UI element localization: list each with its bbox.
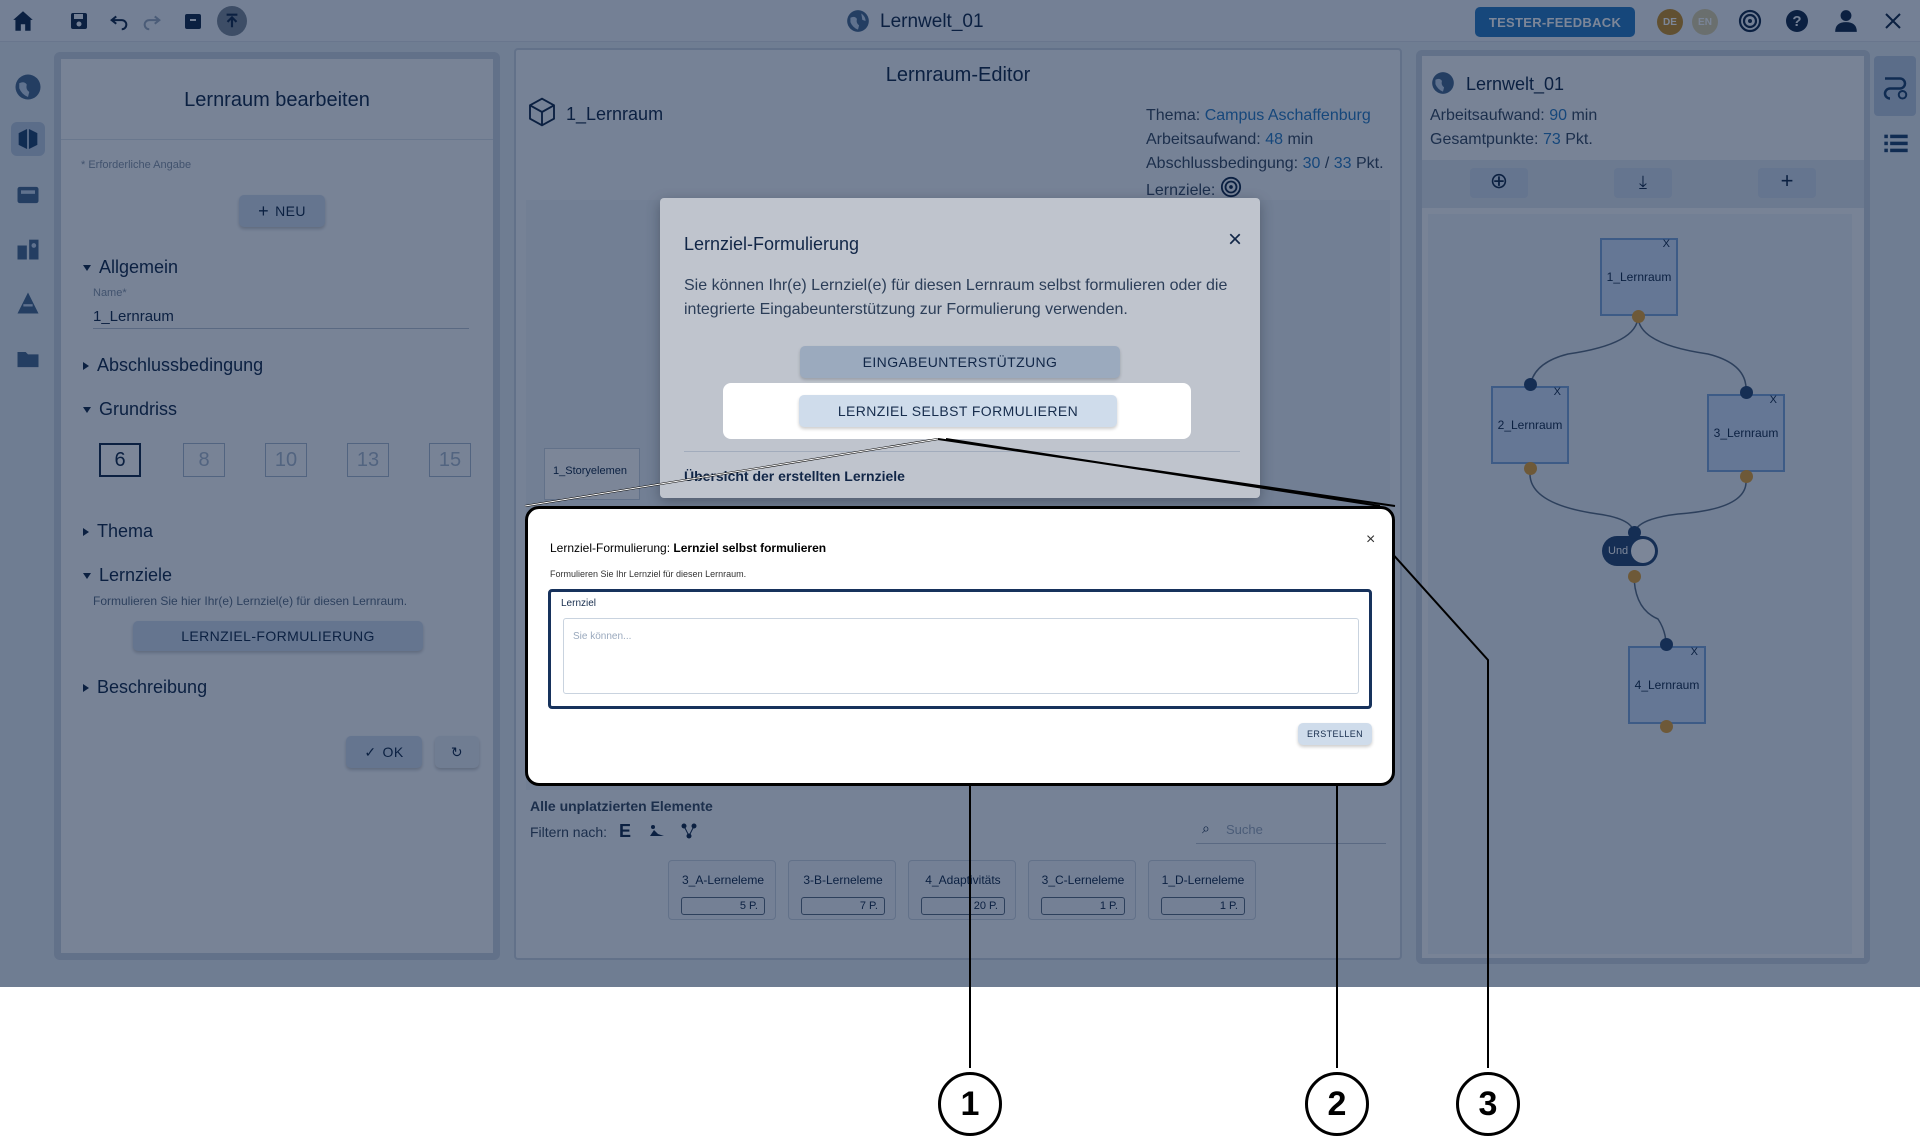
zoom-subtitle: Formulieren Sie Ihr Lernziel für diesen … xyxy=(550,569,747,579)
create-button[interactable]: ERSTELLEN xyxy=(1298,723,1372,745)
callout-1: 1 xyxy=(938,1072,1002,1136)
zoomed-detail-dialog: Lernziel-Formulierung: Lernziel selbst f… xyxy=(525,506,1395,786)
learning-goal-field: Lernziel Sie können... xyxy=(548,589,1372,709)
zoom-title-bold: Lernziel selbst formulieren xyxy=(673,541,827,555)
callout-2: 2 xyxy=(1305,1072,1369,1136)
zoom-close-icon[interactable]: × xyxy=(1366,531,1375,549)
textarea-placeholder: Sie können... xyxy=(573,631,632,642)
learning-goal-textarea[interactable]: Sie können... xyxy=(563,618,1359,694)
zoom-title: Lernziel-Formulierung: Lernziel selbst f… xyxy=(550,541,826,555)
callout-3: 3 xyxy=(1456,1072,1520,1136)
field-label: Lernziel xyxy=(561,598,597,609)
zoom-title-prefix: Lernziel-Formulierung: xyxy=(550,541,671,555)
